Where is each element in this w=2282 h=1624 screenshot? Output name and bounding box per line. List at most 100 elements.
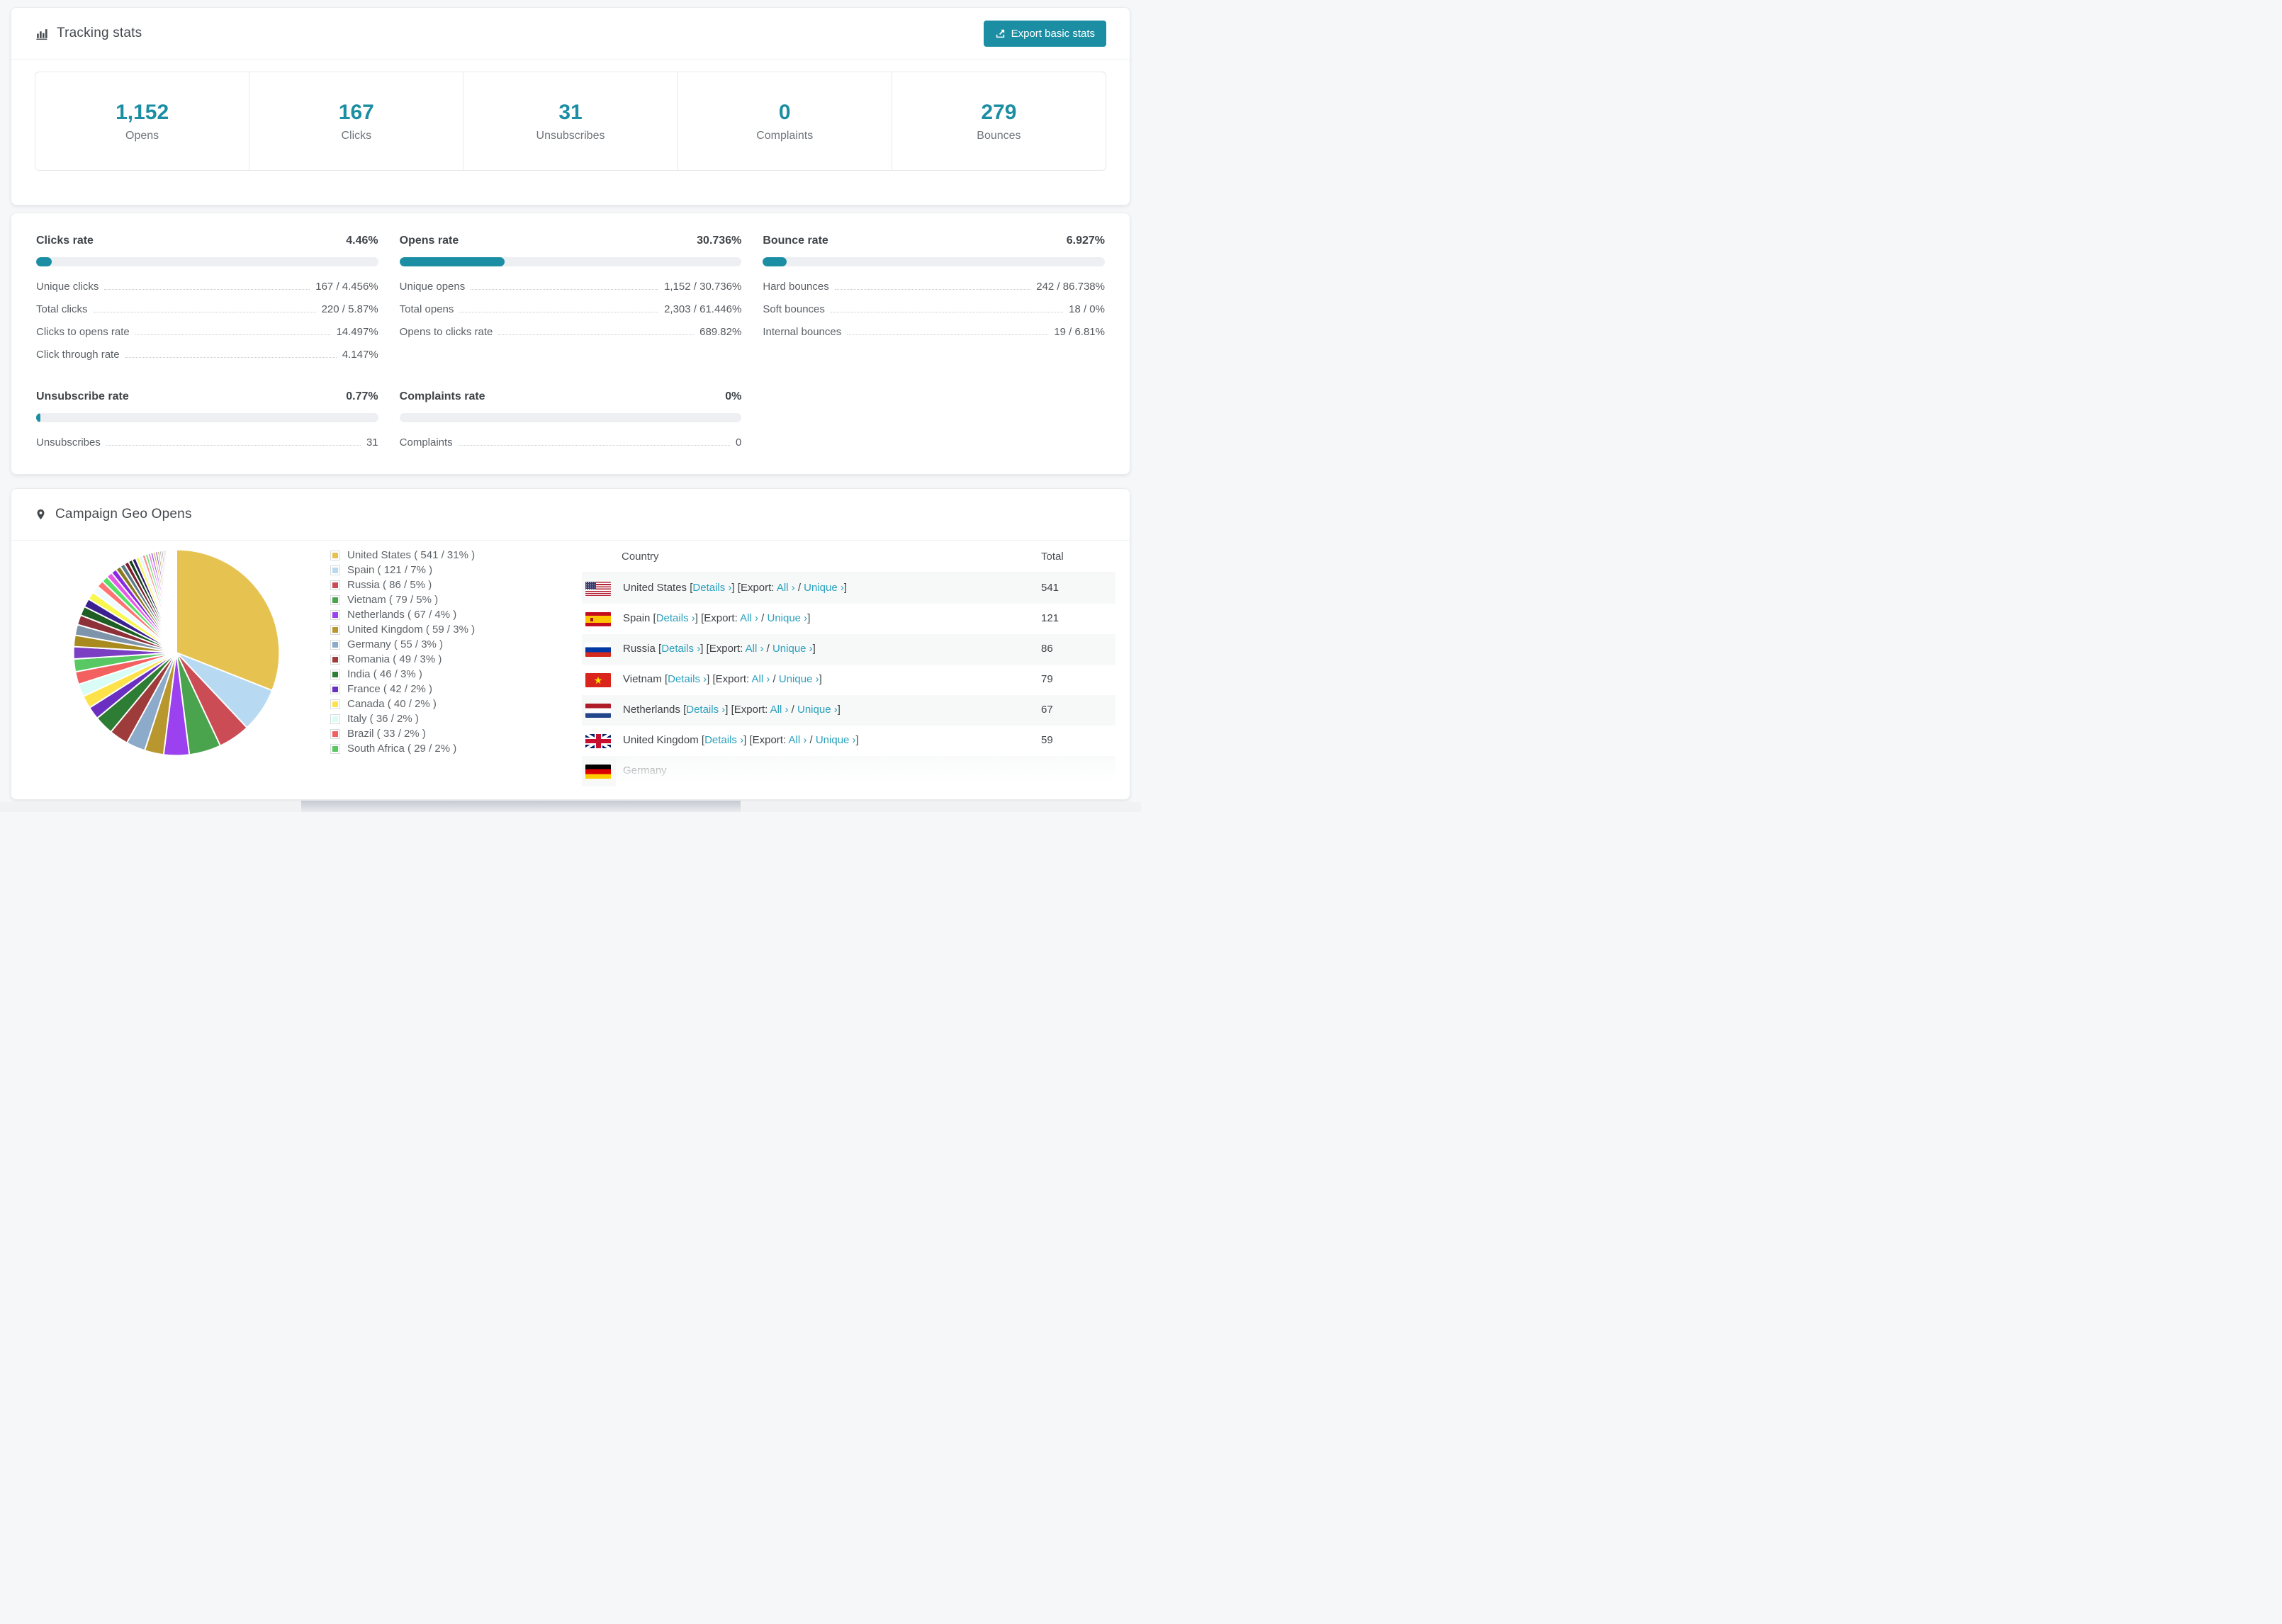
legend-item[interactable]: Romania ( 49 / 3% ) bbox=[330, 652, 475, 667]
tracking-stats-card: Tracking stats Export basic stats 1,152 … bbox=[11, 7, 1130, 205]
bar-chart-icon bbox=[35, 27, 48, 40]
unsubscribe-rate-progressbar bbox=[36, 413, 378, 422]
vietnam-flag-icon bbox=[585, 673, 611, 687]
table-row: Netherlands [Details ›] [Export: All › /… bbox=[582, 695, 1115, 726]
legend-item[interactable]: South Africa ( 29 / 2% ) bbox=[330, 741, 475, 756]
netherlands-flag-icon bbox=[585, 704, 611, 718]
rates-card: Clicks rate 4.46% Unique clicks 167 / 4.4… bbox=[11, 213, 1130, 475]
legend-item[interactable]: Italy ( 36 / 2% ) bbox=[330, 711, 475, 726]
export-icon bbox=[995, 28, 1006, 39]
stat-clicks: 167 Clicks bbox=[249, 72, 463, 170]
country-total: 121 bbox=[1041, 612, 1060, 624]
export-unique-link[interactable]: Unique › bbox=[804, 582, 844, 594]
table-row: Spain [Details ›] [Export: All › / Uniqu… bbox=[582, 604, 1115, 634]
complaints-rate-panel: Complaints rate 0% Complaints 0 bbox=[399, 390, 742, 449]
table-row: Vietnam [Details ›] [Export: All › / Uni… bbox=[582, 665, 1115, 695]
map-pin-icon bbox=[35, 507, 47, 521]
legend-swatch bbox=[330, 654, 340, 665]
bounces-count: 279 bbox=[981, 100, 1017, 124]
legend-swatch bbox=[330, 580, 340, 590]
country-total: 86 bbox=[1041, 643, 1053, 655]
bounce-rate-progressbar bbox=[763, 257, 1105, 266]
legend-swatch bbox=[330, 743, 340, 754]
details-link[interactable]: Details › bbox=[661, 643, 700, 655]
opens-rate-panel: Opens rate 30.736% Unique opens 1,152 / 3… bbox=[399, 235, 742, 338]
legend-item[interactable]: United States ( 541 / 31% ) bbox=[330, 548, 475, 563]
export-all-link[interactable]: All › bbox=[788, 734, 806, 746]
legend-swatch bbox=[330, 550, 340, 560]
legend-swatch bbox=[330, 699, 340, 709]
bounce-rate-panel: Bounce rate 6.927% Hard bounces 242 / 86.… bbox=[763, 235, 1105, 338]
table-row-partial: Germany bbox=[582, 756, 1115, 786]
export-unique-link[interactable]: Unique › bbox=[797, 704, 838, 716]
geo-section-title: Campaign Geo Opens bbox=[55, 507, 192, 521]
legend-item[interactable]: Germany ( 55 / 3% ) bbox=[330, 637, 475, 652]
spain-flag-icon bbox=[585, 612, 611, 626]
campaign-geo-opens-card: Campaign Geo Opens United States ( 541 /… bbox=[11, 488, 1130, 800]
table-header: Country Total bbox=[582, 541, 1115, 573]
country-total: 541 bbox=[1041, 582, 1060, 594]
legend-item[interactable]: Russia ( 86 / 5% ) bbox=[330, 577, 475, 592]
table-row: United Kingdom [Details ›] [Export: All … bbox=[582, 726, 1115, 756]
table-row: Russia [Details ›] [Export: All › / Uniq… bbox=[582, 634, 1115, 665]
clicks-count: 167 bbox=[338, 100, 374, 124]
opens-rate-progressbar bbox=[399, 257, 742, 266]
legend-item[interactable]: Spain ( 121 / 7% ) bbox=[330, 563, 475, 577]
clicks-rate-progressbar bbox=[36, 257, 378, 266]
clicks-rate-panel: Clicks rate 4.46% Unique clicks 167 / 4.4… bbox=[36, 235, 378, 361]
opens-count: 1,152 bbox=[116, 100, 169, 124]
export-unique-link[interactable]: Unique › bbox=[816, 734, 856, 746]
export-all-link[interactable]: All › bbox=[752, 673, 770, 685]
export-unique-link[interactable]: Unique › bbox=[772, 643, 813, 655]
export-all-link[interactable]: All › bbox=[740, 612, 758, 624]
geo-pie-chart[interactable] bbox=[67, 543, 286, 762]
stat-opens: 1,152 Opens bbox=[116, 100, 169, 142]
legend-swatch bbox=[330, 639, 340, 650]
unsubscribe-rate-panel: Unsubscribe rate 0.77% Unsubscribes 31 bbox=[36, 390, 378, 449]
legend-item[interactable]: United Kingdom ( 59 / 3% ) bbox=[330, 622, 475, 637]
details-link[interactable]: Details › bbox=[686, 704, 725, 716]
export-unique-link[interactable]: Unique › bbox=[779, 673, 819, 685]
export-all-link[interactable]: All › bbox=[746, 643, 764, 655]
stat-unsubscribes: 31 Unsubscribes bbox=[463, 72, 677, 170]
details-link[interactable]: Details › bbox=[656, 612, 695, 624]
russia-flag-icon bbox=[585, 643, 611, 657]
geo-country-table: Country Total United States [Details ›] … bbox=[582, 541, 1115, 799]
legend-item[interactable]: Vietnam ( 79 / 5% ) bbox=[330, 592, 475, 607]
legend-item[interactable]: Canada ( 40 / 2% ) bbox=[330, 697, 475, 711]
legend-swatch bbox=[330, 565, 340, 575]
legend-swatch bbox=[330, 669, 340, 680]
details-link[interactable]: Details › bbox=[668, 673, 707, 685]
legend-item[interactable]: Netherlands ( 67 / 4% ) bbox=[330, 607, 475, 622]
complaints-count: 0 bbox=[778, 100, 791, 124]
legend-swatch bbox=[330, 594, 340, 605]
details-link[interactable]: Details › bbox=[704, 734, 743, 746]
country-total: 79 bbox=[1041, 673, 1053, 685]
legend-item[interactable]: Brazil ( 33 / 2% ) bbox=[330, 726, 475, 741]
table-row: United States [Details ›] [Export: All ›… bbox=[582, 573, 1115, 604]
germany-flag-icon bbox=[585, 765, 611, 779]
export-basic-stats-button[interactable]: Export basic stats bbox=[983, 20, 1106, 47]
legend-item[interactable]: France ( 42 / 2% ) bbox=[330, 682, 475, 697]
complaints-rate-progressbar bbox=[399, 413, 742, 422]
legend-swatch bbox=[330, 609, 340, 620]
legend-item[interactable]: India ( 46 / 3% ) bbox=[330, 667, 475, 682]
stat-bounces: 279 Bounces bbox=[891, 72, 1106, 170]
export-unique-link[interactable]: Unique › bbox=[767, 612, 807, 624]
export-all-link[interactable]: All › bbox=[770, 704, 789, 716]
country-total: 59 bbox=[1041, 734, 1053, 746]
bottom-scrollbar-thumb[interactable] bbox=[301, 801, 741, 812]
stats-summary-box: 1,152 Opens 167 Clicks 31 Unsubscribes 0… bbox=[35, 72, 1106, 171]
details-link[interactable]: Details › bbox=[692, 582, 731, 594]
legend-swatch bbox=[330, 714, 340, 724]
page-title: Tracking stats bbox=[57, 26, 142, 40]
geo-legend: United States ( 541 / 31% ) Spain ( 121 … bbox=[330, 548, 475, 756]
unsubscribes-count: 31 bbox=[558, 100, 583, 124]
country-total: 67 bbox=[1041, 704, 1053, 716]
united-kingdom-flag-icon bbox=[585, 734, 611, 748]
legend-swatch bbox=[330, 728, 340, 739]
stat-complaints: 0 Complaints bbox=[677, 72, 892, 170]
united-states-flag-icon bbox=[585, 582, 611, 596]
legend-swatch bbox=[330, 684, 340, 694]
export-all-link[interactable]: All › bbox=[777, 582, 795, 594]
